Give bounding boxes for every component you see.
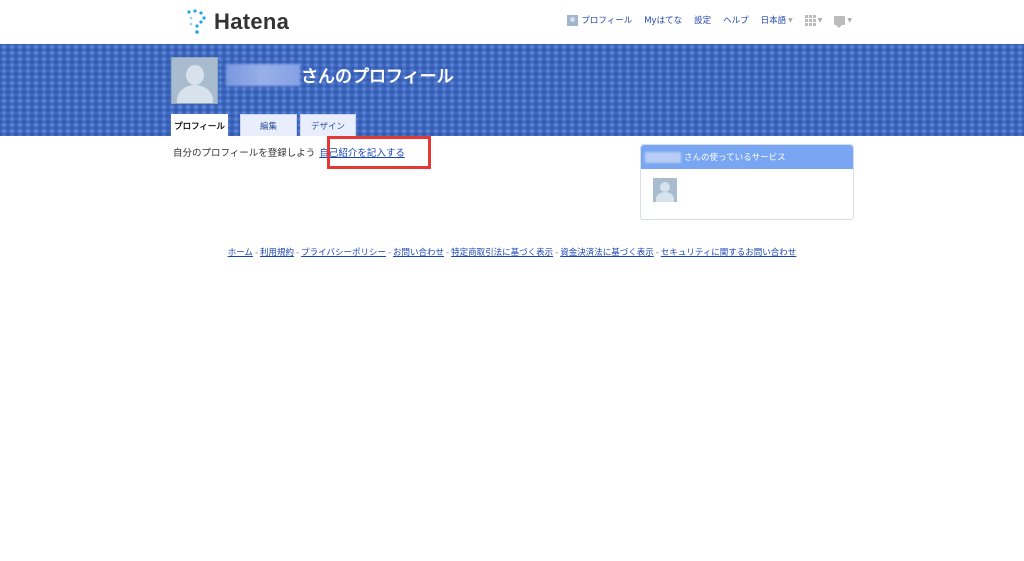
nav-profile[interactable]: プロフィール bbox=[567, 14, 632, 26]
hatena-logo[interactable]: Hatena bbox=[186, 8, 289, 36]
hatena-logo-icon bbox=[187, 9, 206, 34]
site-footer: ホーム - 利用規約 - プライバシーポリシー - お問い合わせ - 特定商取引法に基づく表示 -… bbox=[227, 248, 797, 258]
nav-notifications[interactable]: ▼ bbox=[834, 15, 852, 28]
nav-profile-label: プロフィール bbox=[581, 16, 633, 26]
tab-design[interactable]: デザイン bbox=[300, 114, 356, 136]
nav-language-label: 日本語 bbox=[760, 16, 787, 26]
tab-profile[interactable]: プロフィール bbox=[171, 114, 228, 136]
nav-apps[interactable]: ▼ bbox=[804, 14, 823, 26]
avatar-mini-icon bbox=[567, 14, 579, 26]
footer-link-contact[interactable]: お問い合わせ bbox=[393, 248, 444, 258]
chevron-down-icon: ▼ bbox=[817, 16, 823, 24]
service-avatar-icon[interactable] bbox=[653, 178, 677, 202]
profile-banner bbox=[0, 44, 1024, 136]
apps-grid-icon bbox=[804, 14, 816, 26]
nav-my-hatena[interactable]: Myはてな bbox=[644, 14, 682, 26]
nav-my-hatena-label: Myはてな bbox=[644, 16, 683, 26]
footer-link-payment-law[interactable]: 資金決済法に基づく表示 bbox=[560, 248, 654, 258]
redacted-username bbox=[226, 64, 300, 86]
footer-link-commerce-law[interactable]: 特定商取引法に基づく表示 bbox=[451, 248, 553, 258]
services-panel-header: さんの使っているサービス bbox=[641, 145, 853, 169]
top-navigation: プロフィール Myはてな 設定 ヘルプ 日本語 ▼ ▼ ▼ bbox=[567, 14, 852, 28]
tab-edit[interactable]: 編集 bbox=[240, 114, 297, 136]
services-panel-title: さんの使っているサービス bbox=[684, 153, 786, 163]
footer-link-privacy[interactable]: プライバシーポリシー bbox=[301, 248, 386, 258]
nav-help[interactable]: ヘルプ bbox=[723, 14, 749, 26]
nav-help-label: ヘルプ bbox=[723, 16, 749, 26]
profile-avatar bbox=[171, 57, 218, 104]
footer-link-security-contact[interactable]: セキュリティに関するお問い合わせ bbox=[661, 248, 797, 258]
site-header: Hatena プロフィール Myはてな 設定 ヘルプ 日本語 ▼ ▼ ▼ bbox=[0, 0, 1024, 44]
chevron-down-icon: ▼ bbox=[788, 16, 793, 24]
footer-link-home[interactable]: ホーム bbox=[228, 248, 253, 258]
logo-text: Hatena bbox=[214, 9, 290, 34]
nav-settings-label: 設定 bbox=[694, 16, 712, 26]
nav-language[interactable]: 日本語 ▼ bbox=[761, 14, 793, 26]
footer-link-terms[interactable]: 利用規約 bbox=[260, 248, 294, 258]
notification-icon bbox=[834, 15, 846, 28]
redacted-username bbox=[645, 151, 681, 163]
profile-title: さんのプロフィール bbox=[301, 67, 454, 87]
chevron-down-icon: ▼ bbox=[847, 16, 852, 24]
intro-text: 自分のプロフィールを登録しよう bbox=[173, 148, 316, 159]
nav-settings[interactable]: 設定 bbox=[694, 14, 711, 26]
services-panel: さんの使っているサービス bbox=[640, 144, 854, 220]
highlight-box bbox=[327, 136, 431, 169]
